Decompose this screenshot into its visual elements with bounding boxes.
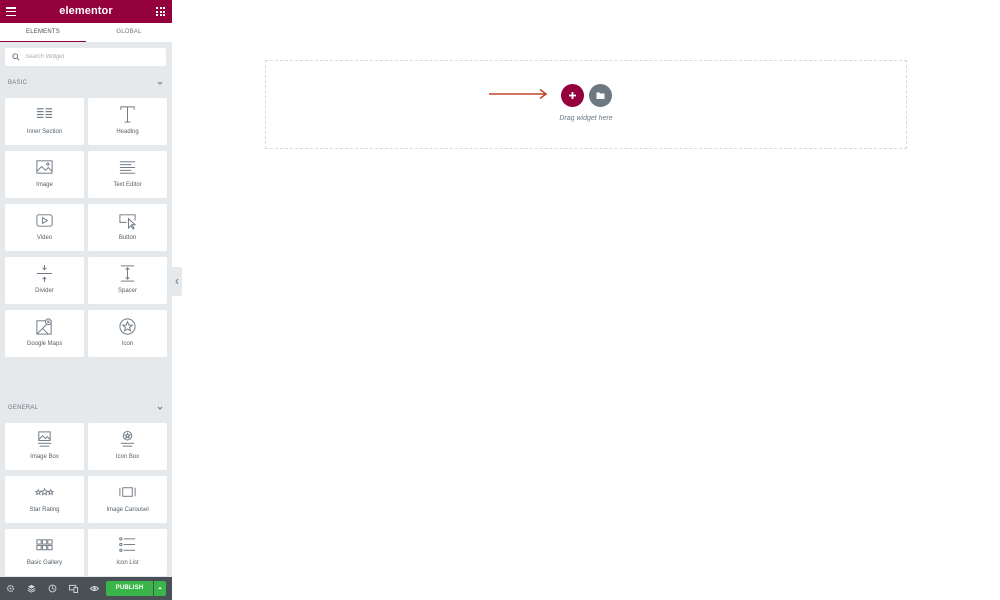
star-rating-icon xyxy=(35,487,54,496)
widget-icon-box[interactable]: Icon Box xyxy=(88,423,167,470)
icon-list-icon xyxy=(119,537,136,552)
category-title-basic[interactable]: BASIC xyxy=(8,80,27,86)
chevron-left-icon xyxy=(175,278,179,285)
add-template-button[interactable] xyxy=(589,84,612,107)
widget-label: Video xyxy=(36,235,53,241)
widget-label: Image xyxy=(36,182,53,188)
widget-star-rating[interactable]: Star Rating xyxy=(5,476,84,523)
empty-section-dropzone[interactable] xyxy=(265,60,907,149)
search-icon xyxy=(12,53,20,61)
text-editor-icon xyxy=(119,161,136,174)
tab-global[interactable]: GLOBAL xyxy=(86,23,172,42)
widget-label: Star Rating xyxy=(29,507,60,513)
widget-google-maps[interactable]: Google Maps xyxy=(5,310,84,357)
collapse-panel-button[interactable] xyxy=(172,267,182,296)
widget-text-editor[interactable]: Text Editor xyxy=(88,151,167,198)
publish-button[interactable]: PUBLISH xyxy=(106,581,153,596)
panel-tabs: ELEMENTS GLOBAL xyxy=(0,23,172,42)
publish-options-button[interactable] xyxy=(154,581,166,596)
editor-panel: elementor ELEMENTS GLOBAL BASIC Inner Se… xyxy=(0,0,172,600)
widgets-grid-icon[interactable] xyxy=(156,7,165,16)
tab-elements[interactable]: ELEMENTS xyxy=(0,23,86,42)
add-section-button[interactable] xyxy=(561,84,584,107)
image-icon xyxy=(36,160,53,174)
widget-divider[interactable]: Divider xyxy=(5,257,84,304)
image-box-icon xyxy=(37,431,52,447)
widget-basic-gallery[interactable]: Basic Gallery xyxy=(5,529,84,576)
icon-box-icon xyxy=(120,430,135,447)
responsive-icon[interactable] xyxy=(69,584,78,593)
gallery-icon xyxy=(36,539,53,551)
widget-heading[interactable]: Heading xyxy=(88,98,167,145)
widget-label: Button xyxy=(118,235,137,241)
divider-icon xyxy=(36,264,53,283)
star-icon xyxy=(119,318,136,335)
plus-icon xyxy=(569,92,576,99)
widget-label: Icon Box xyxy=(115,454,140,460)
folder-icon xyxy=(596,92,605,99)
layers-icon[interactable] xyxy=(27,584,36,593)
widget-label: Spacer xyxy=(117,288,137,294)
spacer-icon xyxy=(120,265,135,282)
widget-label: Icon xyxy=(121,341,134,347)
widget-label: Basic Gallery xyxy=(26,560,63,566)
arrow-icon xyxy=(489,88,548,100)
widget-label: Image Carousel xyxy=(106,507,149,513)
widget-inner-section[interactable]: Inner Section xyxy=(5,98,84,145)
widget-label: Heading xyxy=(116,129,139,135)
chevron-down-icon[interactable] xyxy=(157,80,163,86)
widget-video[interactable]: Video xyxy=(5,204,84,251)
widget-icon[interactable]: Icon xyxy=(88,310,167,357)
search-input[interactable] xyxy=(25,48,160,66)
widget-label: Icon List xyxy=(116,560,139,566)
search-box xyxy=(5,48,166,66)
widget-button[interactable]: Button xyxy=(88,204,167,251)
video-icon xyxy=(36,214,53,227)
widget-icon-list[interactable]: Icon List xyxy=(88,529,167,576)
widget-image-box[interactable]: Image Box xyxy=(5,423,84,470)
google-maps-icon xyxy=(36,318,52,335)
elementor-logo: elementor xyxy=(59,5,113,17)
panel-header: elementor xyxy=(0,0,172,23)
widget-label: Image Box xyxy=(30,454,59,460)
heading-icon xyxy=(120,106,135,123)
widget-label: Text Editor xyxy=(113,182,142,188)
inner-section-icon xyxy=(36,108,53,118)
preview-icon[interactable] xyxy=(90,584,99,593)
settings-icon[interactable] xyxy=(6,584,15,593)
button-icon xyxy=(119,214,137,230)
history-icon[interactable] xyxy=(48,584,57,593)
image-carousel-icon xyxy=(119,487,136,497)
widget-label: Google Maps xyxy=(26,341,63,347)
category-title-general[interactable]: GENERAL xyxy=(8,405,38,411)
widget-label: Divider xyxy=(35,288,54,294)
widget-label: Inner Section xyxy=(26,129,63,135)
widget-spacer[interactable]: Spacer xyxy=(88,257,167,304)
drop-hint-text: Drag widget here xyxy=(559,115,613,122)
widget-image-carousel[interactable]: Image Carousel xyxy=(88,476,167,523)
chevron-down-icon[interactable] xyxy=(157,405,163,411)
widget-image[interactable]: Image xyxy=(5,151,84,198)
